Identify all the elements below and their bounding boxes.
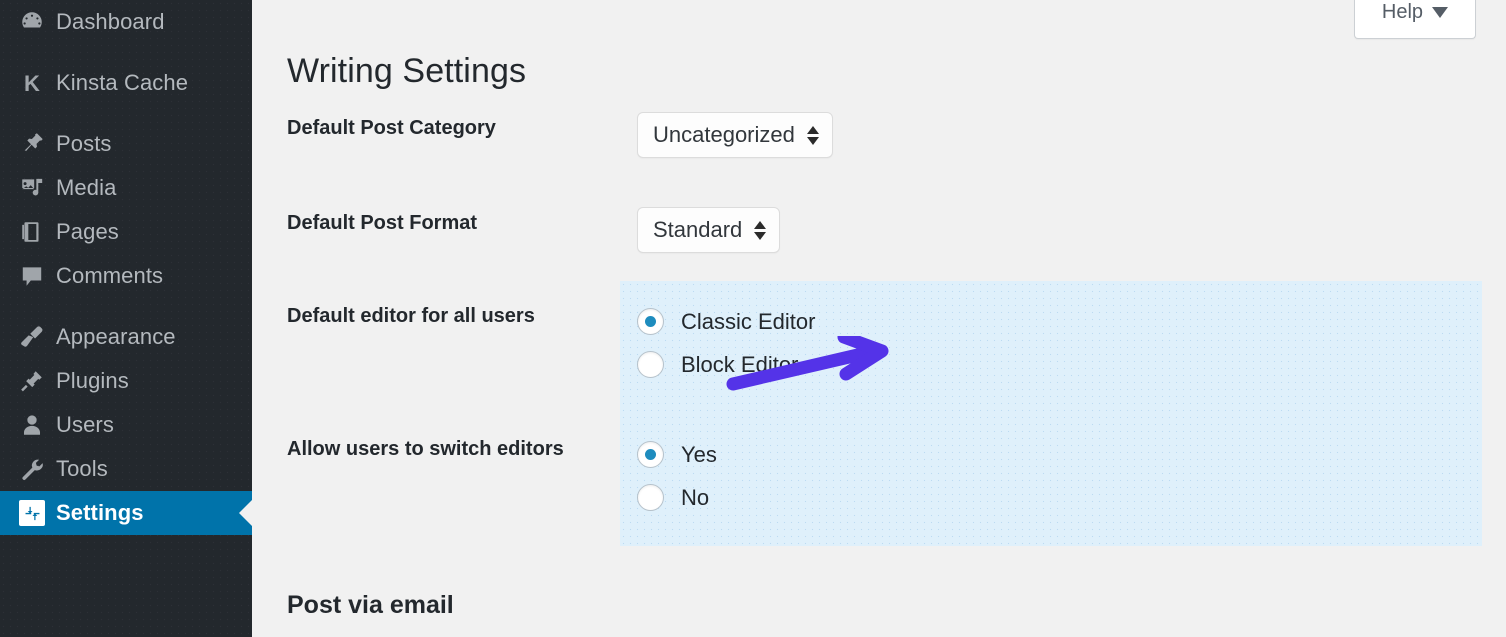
plug-icon: [12, 367, 52, 395]
sidebar-item-label: Dashboard: [52, 9, 165, 35]
form-row: Default Post Category Uncategorized: [287, 112, 1487, 207]
form-row-control: Uncategorized: [637, 112, 1487, 207]
page-title: Writing Settings: [287, 52, 526, 91]
svg-text:K: K: [24, 71, 40, 96]
sidebar-separator: [0, 44, 252, 61]
form-row-label: Default Post Category: [287, 112, 637, 207]
form-row-label: Allow users to switch editors: [287, 433, 637, 519]
radio-option-label: No: [681, 485, 709, 511]
radio-button-selected[interactable]: [637, 441, 664, 468]
sidebar-item-label: Plugins: [52, 368, 129, 394]
radio-option-label: Classic Editor: [681, 309, 815, 335]
sidebar-item-appearance[interactable]: Appearance: [0, 315, 252, 359]
writing-settings-form: Default Post CategoryUncategorizedDefaul…: [287, 112, 1487, 519]
sidebar-item-users[interactable]: Users: [0, 403, 252, 447]
select-default-post-category[interactable]: Uncategorized: [637, 112, 833, 158]
select-default-post-format[interactable]: Standard: [637, 207, 780, 253]
sidebar-item-label: Kinsta Cache: [52, 70, 188, 96]
select-updown-arrows-icon: [807, 126, 819, 145]
sidebar-item-pages[interactable]: Pages: [0, 210, 252, 254]
radio-option-label: Block Editor: [681, 352, 798, 378]
sidebar-item-dashboard[interactable]: Dashboard: [0, 0, 252, 44]
settings-sliders-icon-box: [19, 500, 45, 526]
help-button[interactable]: Help: [1354, 0, 1476, 39]
select-value: Uncategorized: [653, 122, 795, 148]
form-row-control: Yes No: [637, 433, 1487, 519]
dashboard-icon: [12, 8, 52, 36]
sidebar-separator: [0, 298, 252, 315]
radio-button-unselected[interactable]: [637, 484, 664, 511]
sidebar-item-label: Media: [52, 175, 116, 201]
wrench-icon: [12, 455, 52, 483]
sidebar-item-posts[interactable]: Posts: [0, 122, 252, 166]
radio-button-selected[interactable]: [637, 308, 664, 335]
form-row: Allow users to switch editors Yes No: [287, 433, 1487, 519]
radio-option-no[interactable]: No: [637, 476, 1487, 519]
pages-icon: [12, 218, 52, 246]
pin-icon: [12, 130, 52, 158]
sidebar-item-label: Posts: [52, 131, 112, 157]
wordpress-admin-screen: Dashboard K Kinsta Cache Posts Media Pages Com…: [0, 0, 1506, 637]
radio-option-yes[interactable]: Yes: [637, 433, 1487, 476]
sidebar-item-settings[interactable]: Settings: [0, 491, 252, 535]
sidebar-item-label: Comments: [52, 263, 163, 289]
select-value: Standard: [653, 217, 742, 243]
help-button-label: Help: [1382, 1, 1423, 24]
form-row-control: Classic Editor Block Editor: [637, 300, 1487, 433]
form-row-label: Default editor for all users: [287, 300, 637, 433]
select-updown-arrows-icon: [754, 221, 766, 240]
form-row: Default editor for all usersClassic Edit…: [287, 300, 1487, 433]
form-row: Default Post Format Standard: [287, 207, 1487, 300]
sidebar-item-kinsta-cache[interactable]: K Kinsta Cache: [0, 61, 252, 105]
paintbrush-icon: [12, 323, 52, 351]
form-row-control: Standard: [637, 207, 1487, 300]
settings-sliders-icon: [12, 499, 52, 527]
sidebar-item-label: Appearance: [52, 324, 176, 350]
admin-sidebar: Dashboard K Kinsta Cache Posts Media Pages Com…: [0, 0, 252, 637]
sidebar-separator: [0, 105, 252, 122]
sidebar-item-label: Users: [52, 412, 114, 438]
sidebar-item-label: Pages: [52, 219, 119, 245]
chevron-down-icon: [1432, 7, 1448, 18]
form-row-label: Default Post Format: [287, 207, 637, 300]
radio-option-block-editor[interactable]: Block Editor: [637, 343, 1487, 386]
sidebar-item-label: Tools: [52, 456, 108, 482]
radio-option-label: Yes: [681, 442, 717, 468]
sidebar-item-comments[interactable]: Comments: [0, 254, 252, 298]
comment-bubble-icon: [12, 262, 52, 290]
kinsta-k-icon: K: [12, 69, 52, 97]
settings-content-area: Help Writing Settings Default Post Categ…: [252, 0, 1506, 637]
user-icon: [12, 411, 52, 439]
sidebar-item-tools[interactable]: Tools: [0, 447, 252, 491]
current-item-notch: [239, 499, 252, 527]
radio-option-classic-editor[interactable]: Classic Editor: [637, 300, 1487, 343]
sidebar-item-label: Settings: [52, 500, 144, 526]
sidebar-item-plugins[interactable]: Plugins: [0, 359, 252, 403]
sidebar-item-media[interactable]: Media: [0, 166, 252, 210]
post-via-email-heading: Post via email: [287, 591, 454, 620]
media-icon: [12, 174, 52, 202]
radio-button-unselected[interactable]: [637, 351, 664, 378]
